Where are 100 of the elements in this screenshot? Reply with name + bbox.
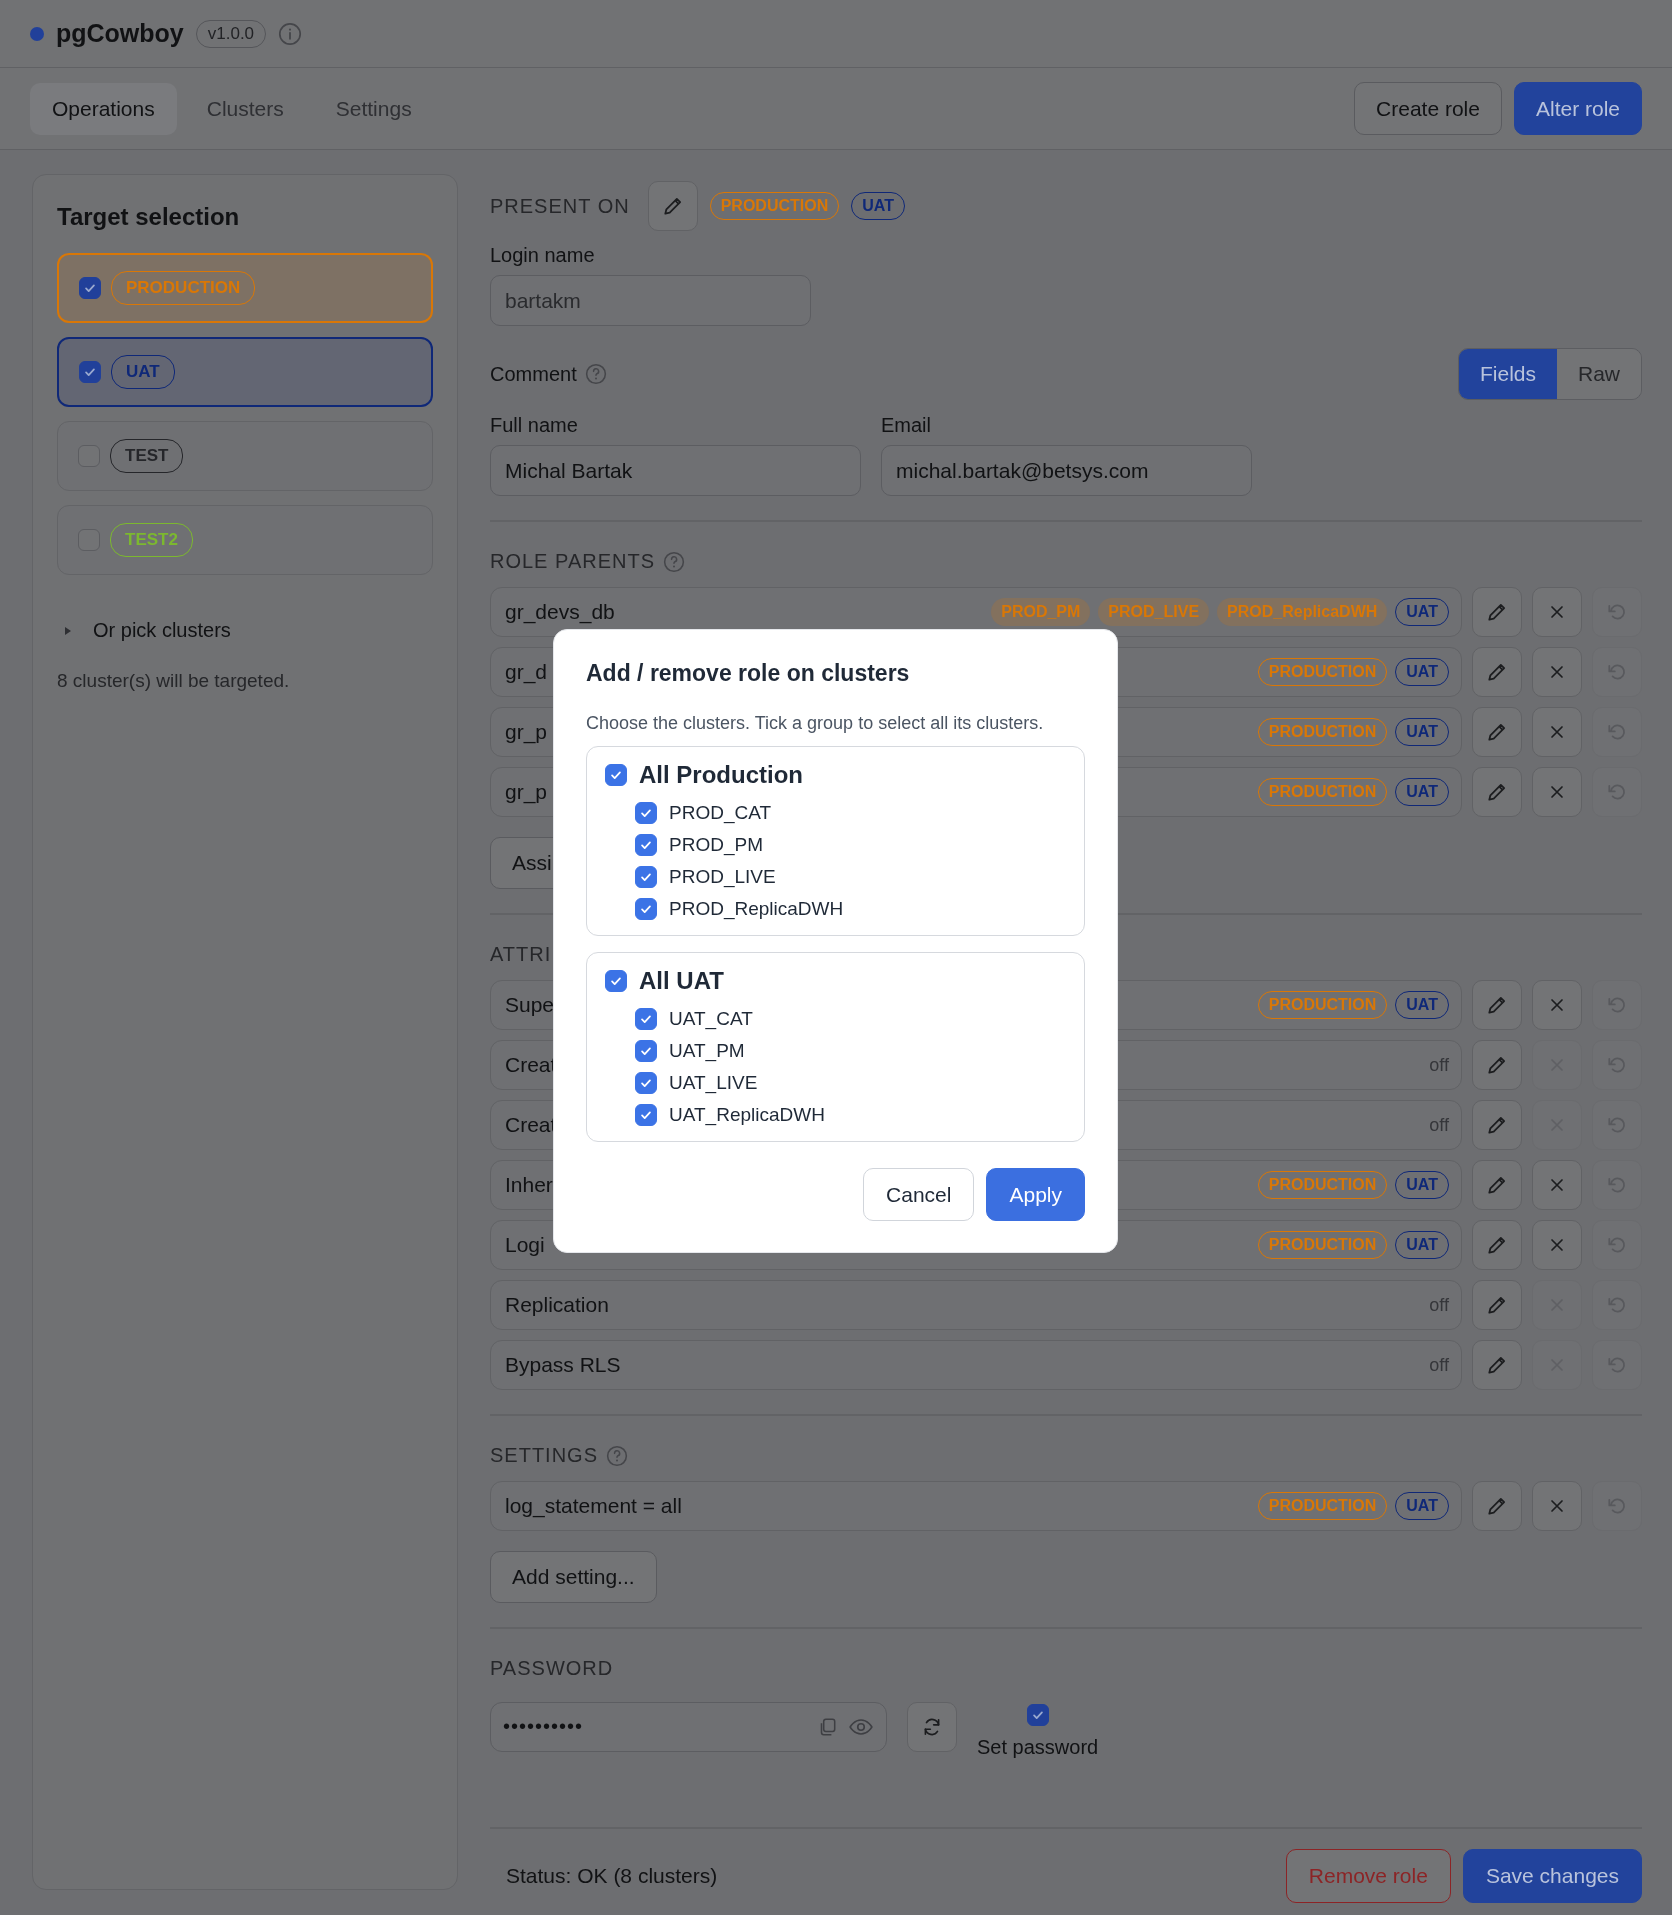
set-password-checkbox[interactable] xyxy=(1026,1704,1049,1726)
environment-tag: PRODUCTION xyxy=(111,270,256,306)
pencil-icon xyxy=(1486,1354,1508,1376)
cluster-checkbox[interactable] xyxy=(635,1104,657,1126)
environment-option[interactable]: TEST xyxy=(57,421,433,491)
edit-button[interactable] xyxy=(1472,1280,1522,1330)
cluster-checkbox[interactable] xyxy=(635,1040,657,1062)
cluster-checkbox[interactable] xyxy=(635,1072,657,1094)
item-name: Bypass RLS xyxy=(505,1353,621,1377)
caret-icon[interactable] xyxy=(63,625,73,636)
nav-tab[interactable]: Settings xyxy=(313,82,434,135)
edit-button[interactable] xyxy=(1472,707,1522,757)
full-name-field[interactable]: Michal Bartak xyxy=(490,445,861,496)
item-name: Replication xyxy=(505,1293,609,1317)
email-field[interactable]: michal.bartak@betsys.com xyxy=(881,445,1252,496)
help-icon[interactable] xyxy=(584,363,607,385)
cluster-checkbox[interactable] xyxy=(635,1008,657,1030)
edit-button[interactable] xyxy=(1472,767,1522,817)
item-name: log_statement = all xyxy=(505,1494,682,1518)
refresh-button[interactable] xyxy=(907,1701,957,1752)
pencil-icon xyxy=(1486,994,1508,1016)
help-icon[interactable] xyxy=(606,1444,628,1467)
cluster-checkbox[interactable] xyxy=(635,898,657,920)
cluster-tag: PROD_PM xyxy=(991,597,1091,627)
item-name: gr_p xyxy=(505,780,548,804)
checkbox[interactable] xyxy=(79,361,101,383)
edit-button[interactable] xyxy=(1472,587,1522,637)
pencil-icon xyxy=(1486,781,1508,803)
cluster-checkbox[interactable] xyxy=(635,834,657,856)
app-name: pgCowboy xyxy=(56,19,184,48)
environment-tag: TEST2 xyxy=(110,522,193,558)
cluster-label: UAT_CAT xyxy=(669,1008,753,1030)
footer-button[interactable]: Save changes xyxy=(1462,1849,1642,1903)
value-text: off xyxy=(1429,1294,1449,1316)
pencil-icon xyxy=(1486,1495,1508,1517)
edit-button[interactable] xyxy=(1472,1100,1522,1150)
cluster-checkbox[interactable] xyxy=(635,866,657,888)
help-icon[interactable] xyxy=(663,550,685,573)
cluster-label: PROD_CAT xyxy=(669,802,772,824)
environment-option[interactable]: UAT xyxy=(57,337,433,407)
mode-toggle[interactable]: Fields xyxy=(1458,349,1557,399)
dialog-button[interactable]: Apply xyxy=(986,1168,1085,1221)
edit-button[interactable] xyxy=(1472,1481,1522,1531)
add-setting-button[interactable]: Add setting... xyxy=(490,1551,657,1603)
remove-button[interactable] xyxy=(1532,767,1582,817)
password-field[interactable]: •••••••••• xyxy=(490,1701,887,1752)
cluster-label: UAT_LIVE xyxy=(669,1072,758,1094)
edit-button[interactable] xyxy=(1472,647,1522,697)
field-label: Login name xyxy=(490,244,596,267)
edit-button[interactable] xyxy=(1472,1160,1522,1210)
group-label: All UAT xyxy=(639,967,724,995)
remove-button[interactable] xyxy=(1532,647,1582,697)
cluster-label: PROD_PM xyxy=(669,834,763,856)
mode-toggle[interactable]: Raw xyxy=(1557,349,1641,399)
item-name: Logi xyxy=(505,1233,545,1257)
value-text: off xyxy=(1429,1114,1449,1136)
nav-tab[interactable]: Clusters xyxy=(184,82,306,135)
section-label: SETTINGS xyxy=(490,1444,598,1467)
remove-button[interactable] xyxy=(1532,1160,1582,1210)
header-button[interactable]: Alter role xyxy=(1513,82,1642,135)
edit-button[interactable] xyxy=(1472,1040,1522,1090)
remove-button[interactable] xyxy=(1532,980,1582,1030)
cluster-label: UAT_ReplicaDWH xyxy=(669,1104,825,1126)
section-label: PASSWORD xyxy=(490,1657,614,1680)
pencil-icon xyxy=(1486,721,1508,743)
nav-tab[interactable]: Operations xyxy=(30,82,177,135)
environment-option[interactable]: TEST2 xyxy=(57,505,433,575)
checkbox[interactable] xyxy=(79,277,101,299)
remove-button[interactable] xyxy=(1532,707,1582,757)
remove-button[interactable] xyxy=(1532,1481,1582,1531)
edit-button[interactable] xyxy=(1472,1220,1522,1270)
cluster-tag: PROD_LIVE xyxy=(1098,597,1210,627)
cluster-checkbox[interactable] xyxy=(635,802,657,824)
pick-clusters-toggle[interactable]: Or pick clusters xyxy=(93,619,231,642)
cluster-label: PROD_LIVE xyxy=(669,866,776,888)
section-label: ATTRI xyxy=(490,943,552,966)
field-label: Email xyxy=(881,414,932,437)
pencil-icon xyxy=(661,195,684,217)
remove-button[interactable] xyxy=(1532,1220,1582,1270)
edit-button[interactable] xyxy=(1472,1340,1522,1390)
group-checkbox[interactable] xyxy=(605,764,627,786)
value-text: off xyxy=(1429,1354,1449,1376)
info-icon[interactable] xyxy=(278,21,303,46)
status-dot-icon xyxy=(30,26,44,41)
item-name: Supe xyxy=(505,993,555,1017)
item-name: gr_d xyxy=(505,660,548,684)
edit-button[interactable] xyxy=(647,181,698,231)
dialog-button[interactable]: Cancel xyxy=(863,1168,975,1221)
field-label: Full name xyxy=(490,414,579,437)
remove-button[interactable] xyxy=(1532,587,1582,637)
field-label: Comment xyxy=(490,362,577,386)
checkbox-label: Set password xyxy=(977,1736,1099,1759)
group-checkbox[interactable] xyxy=(605,970,627,992)
login-name-field[interactable]: bartakm xyxy=(490,275,811,326)
pencil-icon xyxy=(1486,661,1508,683)
pencil-icon xyxy=(1486,1234,1508,1256)
header-button[interactable]: Create role xyxy=(1354,82,1502,135)
item-name: gr_devs_db xyxy=(505,600,615,624)
edit-button[interactable] xyxy=(1472,980,1522,1030)
cluster-tag: PROD_ReplicaDWH xyxy=(1217,597,1388,627)
